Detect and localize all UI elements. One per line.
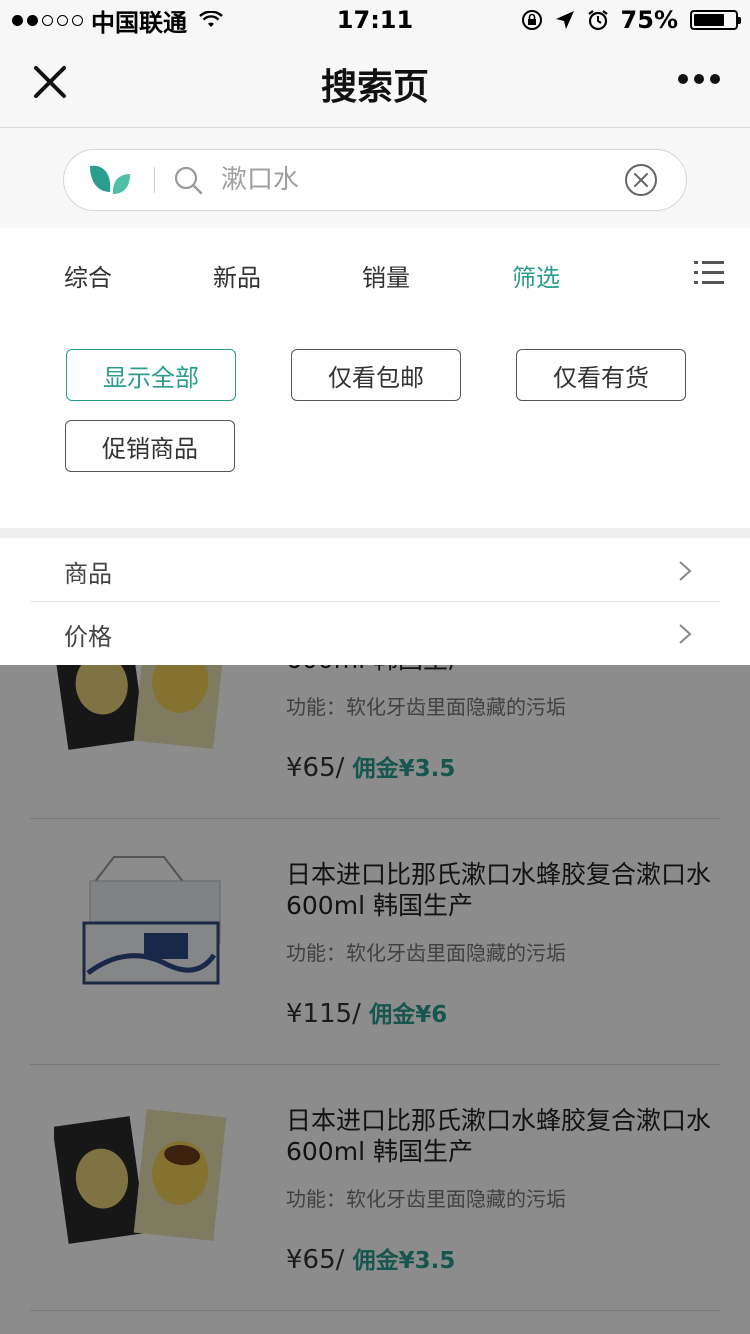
- category-row-goods[interactable]: 商品: [0, 540, 750, 602]
- battery-percent: 75%: [620, 6, 678, 34]
- filter-promotion-button[interactable]: 促销商品: [65, 420, 235, 472]
- clear-icon[interactable]: [624, 163, 658, 197]
- category-label: 价格: [64, 622, 112, 651]
- category-label: 商品: [64, 559, 112, 588]
- tab-comprehensive[interactable]: 综合: [64, 258, 112, 293]
- page-title: 搜索页: [320, 66, 429, 108]
- filter-show-all-button[interactable]: 显示全部: [66, 349, 236, 401]
- search-box[interactable]: [63, 149, 687, 211]
- sort-tabs: 综合 新品 销量 筛选: [0, 228, 750, 318]
- category-row-price[interactable]: 价格: [0, 603, 750, 665]
- dim-overlay[interactable]: [0, 665, 750, 1334]
- list-view-icon[interactable]: [694, 260, 724, 286]
- wifi-icon: [199, 11, 223, 27]
- leaf-logo-icon: [90, 165, 130, 194]
- more-options-icon[interactable]: [678, 74, 720, 84]
- rotation-lock-icon: [521, 10, 542, 30]
- tab-sales[interactable]: 销量: [362, 258, 410, 293]
- chevron-right-icon: [679, 561, 692, 581]
- battery-level: [694, 14, 724, 26]
- panel-divider: [0, 528, 750, 538]
- nav-bar: 搜索页: [0, 40, 750, 128]
- search-icon: [174, 166, 203, 195]
- filter-in-stock-button[interactable]: 仅看有货: [516, 349, 686, 401]
- search-area: [0, 128, 750, 228]
- close-icon[interactable]: [30, 62, 70, 102]
- carrier-name: 中国联通: [91, 8, 187, 37]
- battery-icon: [690, 10, 741, 30]
- alarm-icon: [587, 10, 608, 31]
- tab-filter[interactable]: 筛选: [512, 258, 560, 293]
- location-arrow-icon: [555, 11, 574, 29]
- search-input[interactable]: [221, 165, 601, 195]
- signal-strength-icon: [12, 14, 83, 26]
- chevron-right-icon: [679, 624, 692, 644]
- tab-new[interactable]: 新品: [213, 258, 261, 293]
- status-bar: 中国联通 17:11 75%: [0, 0, 750, 40]
- filter-free-shipping-button[interactable]: 仅看包邮: [291, 349, 461, 401]
- filter-panel: 显示全部 仅看包邮 仅看有货 促销商品: [0, 318, 750, 528]
- search-divider: [154, 167, 155, 193]
